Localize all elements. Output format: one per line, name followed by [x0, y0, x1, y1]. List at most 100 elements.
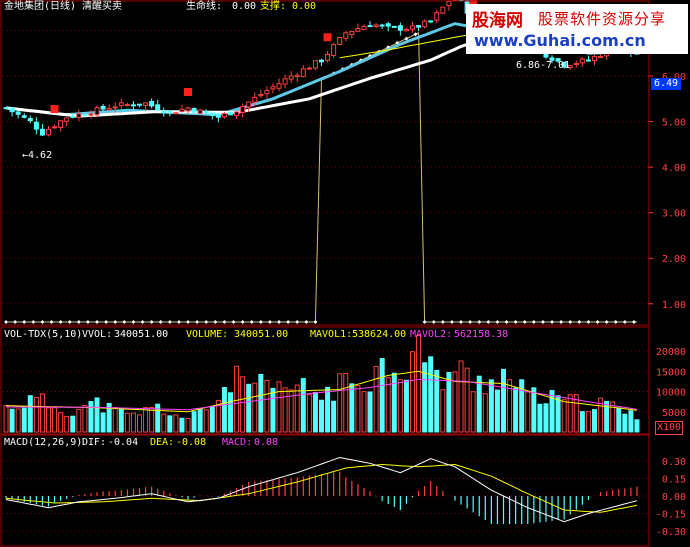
lifeline-dot	[122, 320, 127, 324]
volume-bar	[100, 412, 106, 433]
candle-body	[585, 59, 591, 62]
price-chart-title: 金地集团(日线) 清醒买卖	[4, 1, 123, 12]
volume-bar	[410, 351, 415, 433]
volume-bar	[355, 385, 361, 433]
volume-bar	[21, 407, 27, 433]
volume-tick-label: 5000	[662, 408, 686, 419]
macd-tick-label: 0.15	[662, 475, 686, 486]
volume-bar	[331, 400, 337, 433]
candle-body	[288, 75, 294, 80]
candle-body	[434, 12, 440, 21]
volume-tick-label: 20000	[656, 347, 686, 358]
candle-body	[64, 117, 70, 122]
macd-label: MACD:	[222, 437, 253, 448]
lifeline-dot	[295, 320, 300, 324]
volume-bar	[440, 389, 446, 433]
lifeline-dot	[167, 320, 172, 324]
chart-canvas: 7.006.005.004.003.002.001.00 20000150001…	[0, 0, 686, 547]
lifeline-dot	[540, 320, 545, 324]
volume-bar	[203, 409, 209, 433]
candle-body	[349, 30, 355, 36]
lifeline-dot	[131, 320, 136, 324]
volume-bar	[501, 368, 506, 433]
volume-bar	[403, 379, 409, 433]
volume-bar	[27, 395, 33, 433]
volume-bar	[634, 419, 640, 433]
candle-body	[82, 114, 88, 117]
lifeline-dot	[477, 320, 482, 324]
watermark-slogan: 股票软件资源分享	[538, 10, 667, 28]
volume-bar	[385, 377, 391, 433]
candle-body	[191, 107, 197, 113]
volume-bar	[543, 403, 549, 433]
candle-body	[52, 126, 58, 129]
volume-bar	[264, 379, 270, 433]
volume-bar	[282, 387, 288, 433]
lifeline-dot	[486, 320, 491, 324]
volume-bar	[39, 393, 45, 433]
volume-indicator-name: VOL-TDX(5,10)	[4, 329, 83, 340]
lifeline-label: 生命线:	[186, 1, 223, 12]
volume-label: VOLUME:	[186, 329, 229, 340]
lifeline-dot	[222, 320, 227, 324]
volume-bar	[137, 414, 142, 433]
volume-bar	[513, 387, 519, 433]
price-tick-label: 4.00	[662, 163, 686, 174]
volume-bar	[416, 335, 422, 433]
volume-bar	[555, 395, 561, 433]
volume-bar	[579, 411, 585, 433]
lifeline-dot	[186, 320, 191, 324]
volume-bar	[434, 369, 440, 433]
volume-bar	[88, 401, 94, 433]
candle-body	[282, 78, 288, 85]
candle-body	[124, 103, 130, 106]
candle-body	[46, 128, 51, 136]
volume-bar	[143, 407, 149, 433]
candle-body	[167, 110, 173, 113]
candle-body	[185, 107, 191, 112]
volume-bar	[155, 403, 161, 433]
volume-bar	[616, 407, 622, 433]
volume-bar	[118, 408, 124, 433]
lifeline-dot	[213, 320, 218, 324]
lifeline-dot	[440, 320, 445, 324]
lifeline-dot	[595, 320, 600, 324]
volume-bar	[294, 384, 300, 433]
macd-histogram	[5, 471, 638, 524]
candle-body	[179, 108, 185, 113]
volume-bar	[94, 397, 100, 433]
volume-bar	[525, 391, 531, 433]
macd-value: 0.08	[254, 437, 279, 448]
candle-body	[118, 102, 124, 107]
dif-label: DIF:	[82, 437, 107, 448]
volume-bar	[628, 410, 634, 433]
candle-body	[306, 67, 312, 70]
candle-body	[234, 111, 240, 117]
volume-bar	[428, 356, 434, 433]
volume-bar	[82, 405, 88, 433]
candle-body	[27, 118, 33, 122]
volume-tick-label: 15000	[656, 367, 686, 378]
volume-bar	[276, 381, 282, 433]
lifeline-dot	[531, 320, 536, 324]
volume-bar	[64, 415, 70, 433]
lifeline-dot	[231, 320, 236, 324]
lifeline-dot	[613, 320, 618, 324]
volume-bar	[185, 418, 191, 433]
lifeline-path	[6, 32, 637, 323]
dif-value: -0.04	[108, 437, 139, 448]
volume-bar	[349, 383, 355, 433]
price-tick-label: 3.00	[662, 209, 686, 220]
watermark-logo: 股海网	[472, 11, 523, 31]
signal-marker	[184, 87, 193, 96]
candle-body	[300, 68, 306, 78]
volume-bar	[58, 412, 64, 433]
candle-body	[155, 104, 161, 111]
candle-body	[446, 1, 452, 7]
lifeline-dot	[286, 320, 291, 324]
support-value: 0.00	[292, 1, 317, 12]
volume-bar	[561, 399, 567, 433]
lifeline-value: 0.00	[232, 1, 257, 12]
volume-bar	[592, 409, 597, 433]
volume-bar	[70, 415, 76, 433]
